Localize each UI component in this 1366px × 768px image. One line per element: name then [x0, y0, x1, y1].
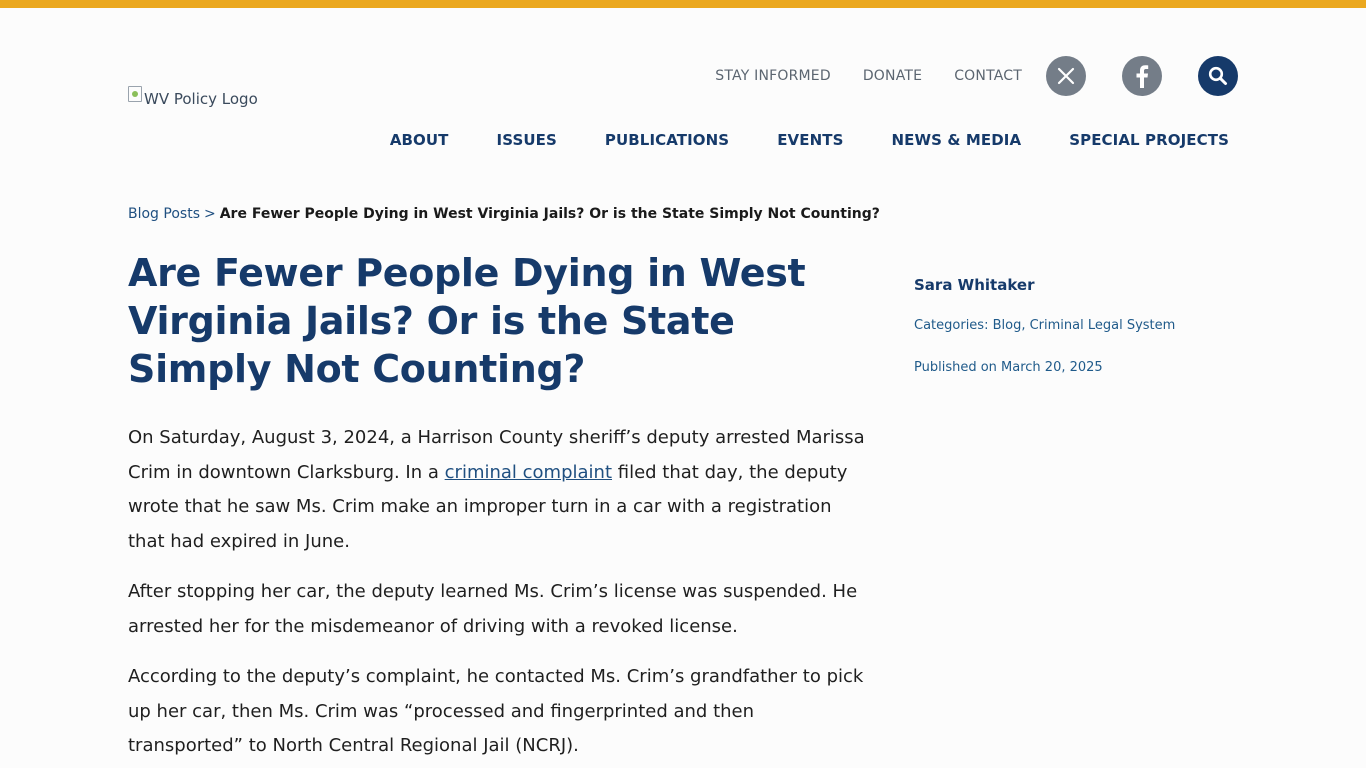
logo-alt-text: WV Policy Logo	[144, 90, 258, 108]
search-icon	[1208, 66, 1227, 85]
site-logo[interactable]: WV Policy Logo	[128, 86, 258, 108]
page-title: Are Fewer People Dying in West Virginia …	[128, 251, 806, 391]
nav-issues[interactable]: ISSUES	[497, 131, 557, 149]
article-sidebar: Sara Whitaker Categories: Blog, Criminal…	[914, 276, 1234, 402]
article-body: On Saturday, August 3, 2024, a Harrison …	[128, 421, 868, 768]
breadcrumb-blog-posts[interactable]: Blog Posts	[128, 206, 200, 222]
search-button[interactable]	[1198, 56, 1238, 96]
main-nav: ABOUT ISSUES PUBLICATIONS EVENTS NEWS & …	[390, 131, 1229, 149]
article-paragraph: After stopping her car, the deputy learn…	[128, 581, 858, 637]
nav-news-media[interactable]: NEWS & MEDIA	[892, 131, 1022, 149]
breadcrumb-current: Are Fewer People Dying in West Virginia …	[219, 206, 880, 222]
broken-image-icon	[128, 86, 142, 102]
facebook-social-button[interactable]	[1122, 56, 1162, 96]
category-blog-link[interactable]: Blog	[993, 318, 1022, 333]
breadcrumb-separator: >	[203, 206, 216, 222]
breadcrumb: Blog Posts > Are Fewer People Dying in Wes…	[128, 206, 880, 222]
categories: Categories: Blog, Criminal Legal System	[914, 318, 1176, 333]
x-social-button[interactable]	[1046, 56, 1086, 96]
nav-special-projects[interactable]: SPECIAL PROJECTS	[1069, 131, 1229, 149]
x-icon	[1057, 67, 1075, 85]
category-criminal-legal-link[interactable]: Criminal Legal System	[1030, 318, 1176, 333]
nav-events[interactable]: EVENTS	[777, 131, 843, 149]
nav-publications[interactable]: PUBLICATIONS	[605, 131, 729, 149]
criminal-complaint-link[interactable]: criminal complaint	[445, 462, 612, 483]
contact-link[interactable]: CONTACT	[954, 68, 1022, 84]
facebook-icon	[1136, 65, 1149, 88]
article-paragraph: According to the deputy’s complaint, he …	[128, 666, 864, 756]
categories-label: Categories:	[914, 318, 989, 333]
nav-about[interactable]: ABOUT	[390, 131, 449, 149]
top-accent-bar	[0, 0, 1366, 8]
stay-informed-link[interactable]: STAY INFORMED	[715, 68, 831, 84]
article-paragraph: On Saturday, August 3, 2024, a Harrison …	[128, 421, 868, 559]
donate-link[interactable]: DONATE	[863, 68, 922, 84]
utility-nav: STAY INFORMED DONATE CONTACT	[715, 56, 1238, 96]
author-name[interactable]: Sara Whitaker	[914, 276, 1234, 294]
published-date: Published on March 20, 2025	[914, 360, 1103, 375]
